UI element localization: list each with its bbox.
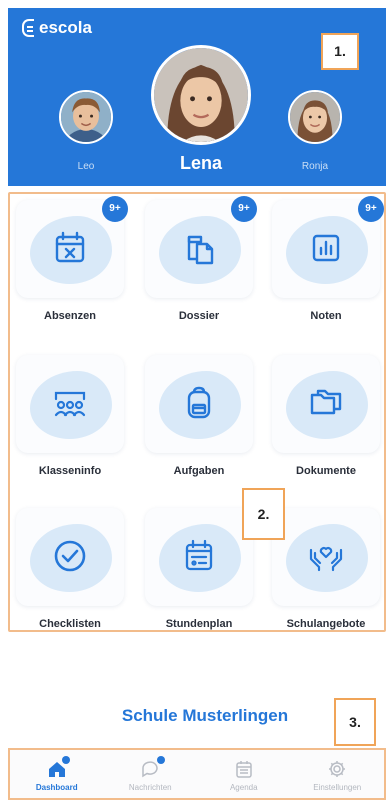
check-circle-icon bbox=[50, 536, 90, 576]
child-name-lena[interactable]: Lena bbox=[151, 153, 251, 174]
tile-label: Dokumente bbox=[296, 465, 356, 477]
notification-badge: 9+ bbox=[102, 196, 128, 222]
tile-stundenplan[interactable]: Stundenplan bbox=[145, 508, 253, 630]
annotation-marker-1: 1. bbox=[321, 33, 359, 70]
escola-logo-icon bbox=[22, 19, 34, 37]
school-name-link[interactable]: Schule Musterlingen bbox=[0, 706, 387, 726]
nav-label: Agenda bbox=[229, 783, 258, 792]
app-logo-text: escola bbox=[39, 18, 92, 37]
bar-chart-icon bbox=[306, 228, 346, 268]
tile-dossier[interactable]: 9+ Dossier bbox=[145, 196, 257, 322]
tile-absenzen[interactable]: 9+ Absenzen bbox=[16, 196, 128, 322]
child-avatar-leo[interactable] bbox=[59, 90, 113, 144]
child-name-leo[interactable]: Leo bbox=[59, 161, 113, 172]
clipboard-icon bbox=[179, 228, 219, 268]
calendar-x-icon bbox=[50, 228, 90, 268]
tile-noten[interactable]: 9+ Noten bbox=[272, 196, 384, 322]
gear-icon bbox=[329, 761, 346, 777]
dashboard-indicator-dot bbox=[62, 756, 70, 764]
tile-card[interactable] bbox=[145, 355, 253, 453]
backpack-icon bbox=[179, 383, 219, 423]
tile-label: Schulangebote bbox=[286, 618, 366, 630]
class-group-icon bbox=[50, 383, 90, 423]
tile-label: Noten bbox=[310, 310, 342, 322]
tile-aufgaben[interactable]: Aufgaben bbox=[145, 355, 253, 477]
nav-nachrichten[interactable]: Nachrichten bbox=[104, 750, 198, 798]
timetable-icon bbox=[179, 536, 219, 576]
bottom-navigation: Dashboard Nachrichten Agenda Einstellung… bbox=[8, 748, 386, 800]
tile-card[interactable]: 9+ bbox=[272, 196, 384, 298]
child-avatar-ronja[interactable] bbox=[288, 90, 342, 144]
child-name-ronja[interactable]: Ronja bbox=[288, 161, 342, 172]
nav-dashboard[interactable]: Dashboard bbox=[10, 750, 104, 798]
tile-card[interactable]: 9+ bbox=[145, 196, 257, 298]
nav-einstellungen[interactable]: Einstellungen bbox=[291, 750, 385, 798]
tile-dokumente[interactable]: Dokumente bbox=[272, 355, 380, 477]
tile-klasseninfo[interactable]: Klasseninfo bbox=[16, 355, 124, 477]
child-avatar-lena[interactable] bbox=[151, 45, 251, 145]
calendar-icon bbox=[236, 761, 252, 778]
tile-card[interactable]: 9+ bbox=[16, 196, 128, 298]
tile-card[interactable] bbox=[272, 508, 380, 606]
heart-hands-icon bbox=[306, 536, 346, 576]
folder-icon bbox=[306, 383, 346, 423]
annotation-marker-2: 2. bbox=[242, 488, 285, 540]
tile-label: Klasseninfo bbox=[38, 465, 102, 477]
app-logo: escola bbox=[22, 18, 92, 38]
tile-label: Absenzen bbox=[44, 310, 96, 322]
tile-label: Checklisten bbox=[39, 618, 101, 630]
nav-agenda[interactable]: Agenda bbox=[197, 750, 291, 798]
nav-label: Dashboard bbox=[35, 783, 78, 792]
tile-checklisten[interactable]: Checklisten bbox=[16, 508, 124, 630]
tile-label: Dossier bbox=[178, 310, 220, 322]
notification-badge: 9+ bbox=[231, 196, 257, 222]
tile-card[interactable] bbox=[16, 355, 124, 453]
tile-card[interactable] bbox=[16, 508, 124, 606]
annotation-marker-3: 3. bbox=[334, 698, 376, 746]
nav-label: Nachrichten bbox=[128, 783, 172, 792]
message-indicator-dot bbox=[156, 756, 165, 764]
tile-card[interactable] bbox=[145, 508, 253, 606]
tile-label: Stundenplan bbox=[165, 618, 233, 630]
nav-label: Einstellungen bbox=[313, 783, 362, 792]
tile-schulangebote[interactable]: Schulangebote bbox=[272, 508, 380, 630]
tile-card[interactable] bbox=[272, 355, 380, 453]
tile-label: Aufgaben bbox=[173, 465, 225, 477]
notification-badge: 9+ bbox=[358, 196, 384, 222]
